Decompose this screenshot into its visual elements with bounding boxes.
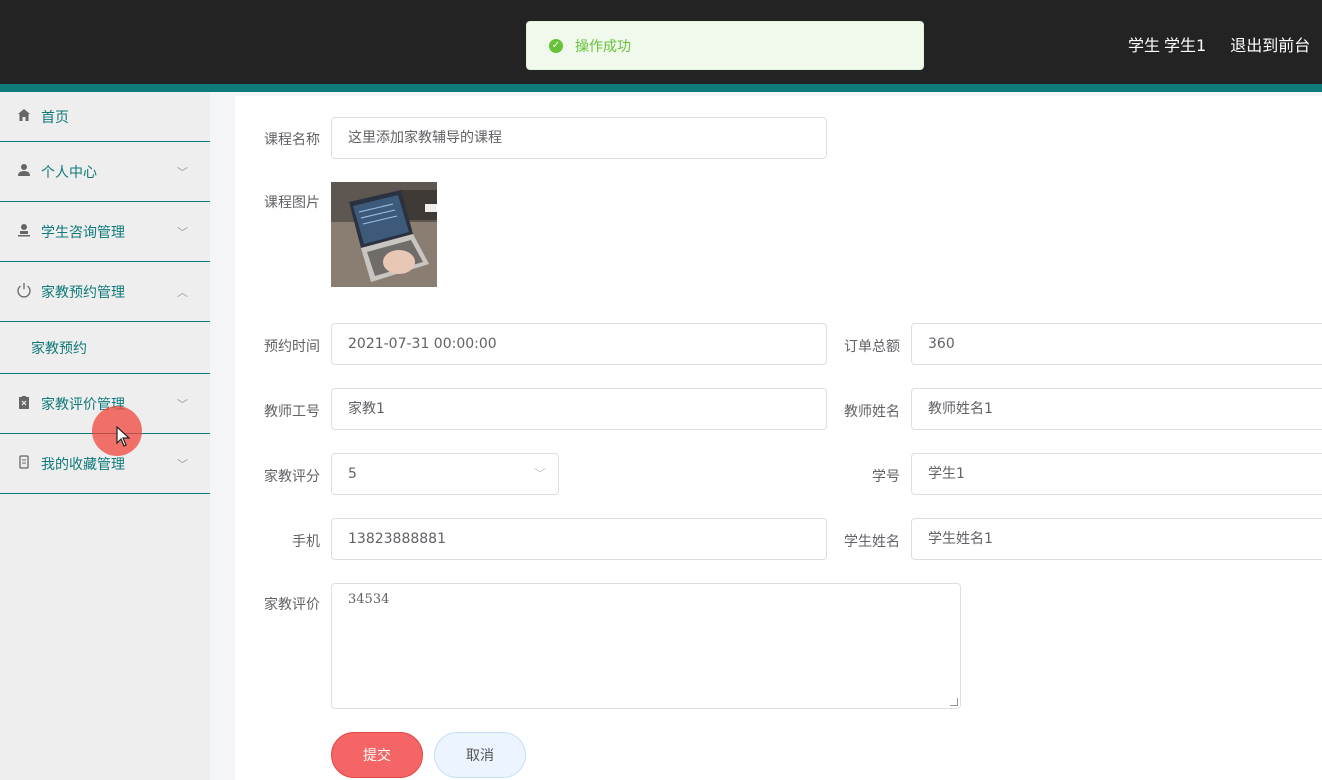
chevron-up-icon: ︿ (177, 285, 188, 299)
rating-select-value: 5 (348, 466, 357, 482)
sidebar-subitem-label: 家教预约 (31, 340, 87, 357)
teacher-id-label: 教师工号 (264, 404, 320, 420)
order-total-input[interactable]: 360 (911, 323, 1322, 365)
rating-select[interactable]: 5 ﹀ (331, 453, 559, 495)
home-icon (15, 108, 33, 126)
sidebar-item-label: 我的收藏管理 (41, 456, 125, 473)
sidebar-item-tutor-booking[interactable]: 家教预约管理 ︿ (0, 262, 210, 322)
appointment-time-label: 预约时间 (264, 339, 320, 355)
student-name-label: 学生姓名 (844, 534, 900, 550)
username: 学生1 (1164, 36, 1207, 55)
chevron-down-icon: ﹀ (177, 397, 188, 411)
sidebar-item-label: 家教预约管理 (41, 284, 125, 301)
phone-input[interactable]: 13823888881 (331, 518, 827, 560)
teacher-id-input[interactable]: 家教1 (331, 388, 827, 430)
user-icon (15, 163, 33, 181)
teacher-name-label: 教师姓名 (844, 404, 900, 420)
appointment-time-input[interactable]: 2021-07-31 00:00:00 (331, 323, 827, 365)
review-text: 34534 (348, 592, 390, 607)
chevron-down-icon: ﹀ (177, 457, 188, 471)
chevron-down-icon: ﹀ (177, 165, 188, 179)
rating-label: 家教评分 (264, 469, 320, 485)
user-info: 学生 学生1 退出到前台 (1128, 32, 1322, 56)
sidebar-item-label: 首页 (41, 109, 69, 126)
teacher-name-input[interactable]: 教师姓名1 (911, 388, 1322, 430)
course-image-thumbnail[interactable] (331, 182, 437, 287)
logout-link[interactable]: 退出到前台 (1230, 36, 1310, 55)
sidebar-subitem-tutor-booking[interactable]: 家教预约 (0, 322, 210, 374)
sidebar-item-student-consult[interactable]: 学生咨询管理 ﹀ (0, 202, 210, 262)
header-accent-line (0, 84, 1322, 92)
toast-message: 操作成功 (575, 38, 631, 55)
student-id-label: 学号 (872, 469, 900, 485)
clipboard-icon (15, 395, 33, 413)
phone-label: 手机 (292, 534, 320, 550)
student-id-input[interactable]: 学生1 (911, 453, 1322, 495)
sidebar-item-label: 个人中心 (41, 164, 97, 181)
review-textarea[interactable]: 34534 (331, 583, 961, 709)
submit-button[interactable]: 提交 (331, 732, 423, 778)
sidebar-item-home[interactable]: 首页 (0, 92, 210, 142)
user-role: 学生 (1128, 36, 1161, 55)
course-name-label: 课程名称 (264, 132, 320, 148)
order-total-label: 订单总额 (844, 339, 900, 355)
resize-handle-icon[interactable] (950, 698, 958, 706)
student-name-input[interactable]: 学生姓名1 (911, 518, 1322, 560)
mouse-pointer-icon (116, 426, 131, 447)
course-image-label: 课程图片 (264, 195, 320, 211)
cancel-button[interactable]: 取消 (434, 732, 526, 778)
review-label: 家教评价 (264, 597, 320, 613)
power-icon (15, 282, 33, 302)
sidebar-item-personal-center[interactable]: 个人中心 ﹀ (0, 142, 210, 202)
success-toast: ✓ 操作成功 (526, 21, 924, 70)
check-circle-icon: ✓ (549, 38, 563, 53)
chevron-down-icon: ﹀ (177, 225, 188, 239)
sidebar-item-label: 学生咨询管理 (41, 224, 125, 241)
user-stand-icon (15, 223, 33, 241)
course-name-input[interactable]: 这里添加家教辅导的课程 (331, 117, 827, 159)
main-form: 课程名称 这里添加家教辅导的课程 课程图片 预约时间 2021-07-31 00… (235, 96, 1322, 780)
chevron-down-icon: ﹀ (533, 467, 546, 481)
bookmark-icon (15, 454, 33, 473)
